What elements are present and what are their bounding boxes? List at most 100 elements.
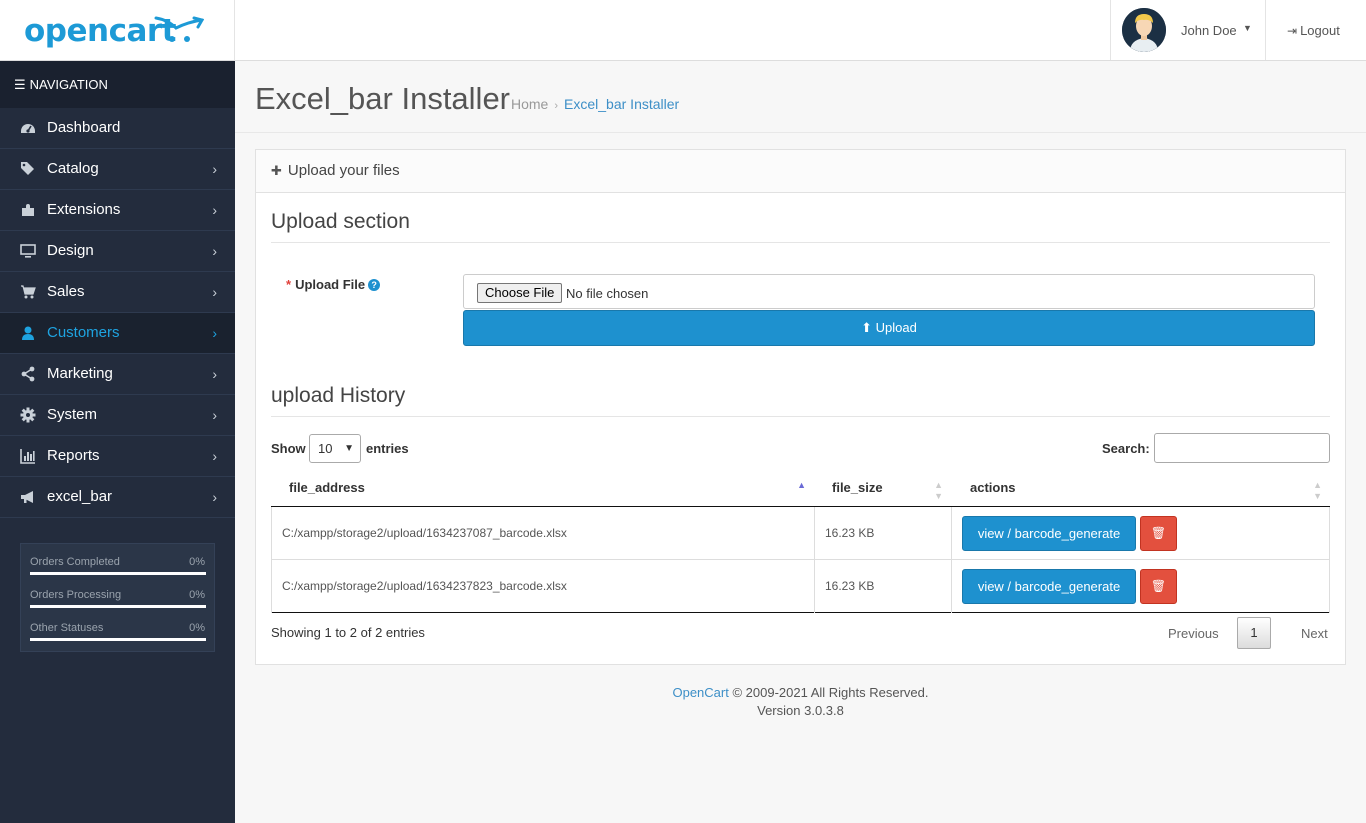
panel-heading: ✚ Upload your files [256, 150, 1345, 193]
column-header-file-size[interactable]: file_size ▲ ▼ [814, 472, 951, 507]
file-input[interactable]: Choose File No file chosen [463, 274, 1315, 309]
sort-icon: ▲ ▼ [934, 480, 943, 501]
sidebar-item-system[interactable]: System › [0, 395, 235, 436]
dashboard-icon [19, 120, 36, 136]
entries-label: entries [366, 441, 409, 456]
breadcrumb: Home › Excel_bar Installer [511, 96, 679, 112]
opencart-logo[interactable]: opencart [0, 0, 235, 60]
choose-file-button[interactable]: Choose File [477, 283, 563, 303]
menu-icon: ☰ [14, 77, 26, 92]
user-icon [19, 325, 36, 341]
tags-icon [19, 161, 36, 177]
sidebar-item-label: Catalog [47, 160, 99, 177]
nav-heading: ☰ NAVIGATION [0, 61, 235, 108]
cart-logo-icon [154, 16, 204, 42]
chevron-right-icon: › [212, 284, 217, 300]
sort-icon: ▲ ▼ [1313, 480, 1322, 501]
version-text: Version 3.0.3.8 [757, 703, 844, 718]
puzzle-icon [19, 202, 36, 218]
sidebar-item-label: excel_bar [47, 488, 113, 505]
file-size-cell: 16.23 KB [814, 560, 951, 613]
upload-file-label: * Upload File? [286, 277, 381, 292]
stat-orders-completed: Orders Completed 0% [30, 554, 206, 587]
previous-page-button[interactable]: Previous [1168, 626, 1219, 641]
sidebar-item-marketing[interactable]: Marketing › [0, 354, 235, 395]
chevron-right-icon: › [212, 407, 217, 423]
stat-value: 0% [189, 589, 205, 601]
upload-section-title: Upload section [271, 210, 1330, 243]
trash-icon: 🗑 [1150, 526, 1167, 540]
monitor-icon [19, 243, 36, 259]
entries-per-page-value: 10 [318, 441, 333, 456]
upload-icon: ⬆ [861, 320, 873, 335]
upload-button-label: Upload [875, 320, 917, 335]
sidebar-item-extensions[interactable]: Extensions › [0, 190, 235, 231]
stat-label: Orders Processing [30, 589, 122, 601]
sidebar-item-sales[interactable]: Sales › [0, 272, 235, 313]
sidebar-item-reports[interactable]: Reports › [0, 436, 235, 477]
sidebar: ☰ NAVIGATION Dashboard Catalog › Extensio… [0, 61, 235, 823]
stat-label: Other Statuses [30, 622, 104, 634]
sidebar-item-design[interactable]: Design › [0, 231, 235, 272]
page-header: Excel_bar Installer Home › Excel_bar Insta… [235, 61, 1366, 133]
user-dropdown[interactable]: John Doe ▼ [1110, 0, 1266, 60]
help-icon[interactable]: ? [368, 279, 381, 291]
stat-label: Orders Completed [30, 556, 120, 568]
entries-per-page-select[interactable]: 10 ▼ [309, 434, 361, 463]
panel-heading-label: Upload your files [287, 162, 400, 179]
trash-icon: 🗑 [1150, 579, 1167, 593]
upload-button[interactable]: ⬆ Upload [463, 310, 1315, 346]
chevron-right-icon: › [212, 161, 217, 177]
bullhorn-icon [19, 489, 36, 505]
column-header-label: file_size [832, 480, 883, 495]
copyright-text: © 2009-2021 All Rights Reserved. [728, 685, 929, 700]
upload-history-title: upload History [271, 384, 1330, 417]
search-input[interactable] [1154, 433, 1330, 463]
sidebar-item-label: Reports [47, 447, 100, 464]
actions-cell: view / barcode_generate 🗑 [951, 560, 1330, 613]
breadcrumb-separator: › [554, 100, 559, 112]
puzzle-icon: ✚ [271, 163, 282, 178]
stat-other-statuses: Other Statuses 0% [30, 620, 206, 653]
order-stats: Orders Completed 0% Orders Processing 0%… [20, 543, 215, 652]
column-header-file-address[interactable]: file_address ▲ [271, 472, 814, 507]
delete-button[interactable]: 🗑 [1140, 516, 1177, 551]
chevron-right-icon: › [212, 489, 217, 505]
opencart-link[interactable]: OpenCart [672, 685, 728, 700]
file-size-cell: 16.23 KB [814, 507, 951, 560]
chevron-right-icon: › [212, 202, 217, 218]
breadcrumb-current[interactable]: Excel_bar Installer [564, 96, 679, 112]
page-1-button[interactable]: 1 [1237, 617, 1271, 649]
breadcrumb-home[interactable]: Home [511, 96, 548, 112]
sidebar-item-dashboard[interactable]: Dashboard [0, 108, 235, 149]
column-header-actions[interactable]: actions ▲ ▼ [951, 472, 1330, 507]
next-page-button[interactable]: Next [1301, 626, 1328, 641]
logout-label: Logout [1300, 23, 1340, 38]
file-address-cell: C:/xampp/storage2/upload/1634237087_barc… [271, 507, 814, 560]
file-address-cell: C:/xampp/storage2/upload/1634237823_barc… [271, 560, 814, 613]
sidebar-item-label: Extensions [47, 201, 121, 218]
logout-link[interactable]: ⇥ Logout [1287, 23, 1340, 38]
show-label: Show [271, 441, 306, 456]
actions-cell: view / barcode_generate 🗑 [951, 507, 1330, 560]
view-barcode-generate-button[interactable]: view / barcode_generate [962, 516, 1136, 551]
share-icon [19, 366, 36, 382]
top-header: opencart John Doe ▼ ⇥ Logout [0, 0, 1366, 61]
sidebar-item-catalog[interactable]: Catalog › [0, 149, 235, 190]
sidebar-item-customers[interactable]: Customers › [0, 313, 235, 354]
chevron-right-icon: › [212, 325, 217, 341]
upload-panel: ✚ Upload your files Upload section * Uploa… [255, 149, 1346, 665]
view-barcode-generate-button[interactable]: view / barcode_generate [962, 569, 1136, 604]
delete-button[interactable]: 🗑 [1140, 569, 1177, 604]
sidebar-item-excel-bar[interactable]: excel_bar › [0, 477, 235, 518]
stat-value: 0% [189, 622, 205, 634]
caret-down-icon: ▼ [1243, 23, 1252, 33]
chevron-right-icon: › [212, 366, 217, 382]
required-marker: * [286, 277, 292, 292]
user-name: John Doe [1181, 23, 1237, 38]
footer: OpenCart © 2009-2021 All Rights Reserved… [235, 684, 1366, 720]
stat-orders-processing: Orders Processing 0% [30, 587, 206, 620]
page-title: Excel_bar Installer [255, 81, 511, 116]
copyright-line: OpenCart © 2009-2021 All Rights Reserved… [235, 684, 1366, 702]
cart-icon [19, 284, 36, 300]
